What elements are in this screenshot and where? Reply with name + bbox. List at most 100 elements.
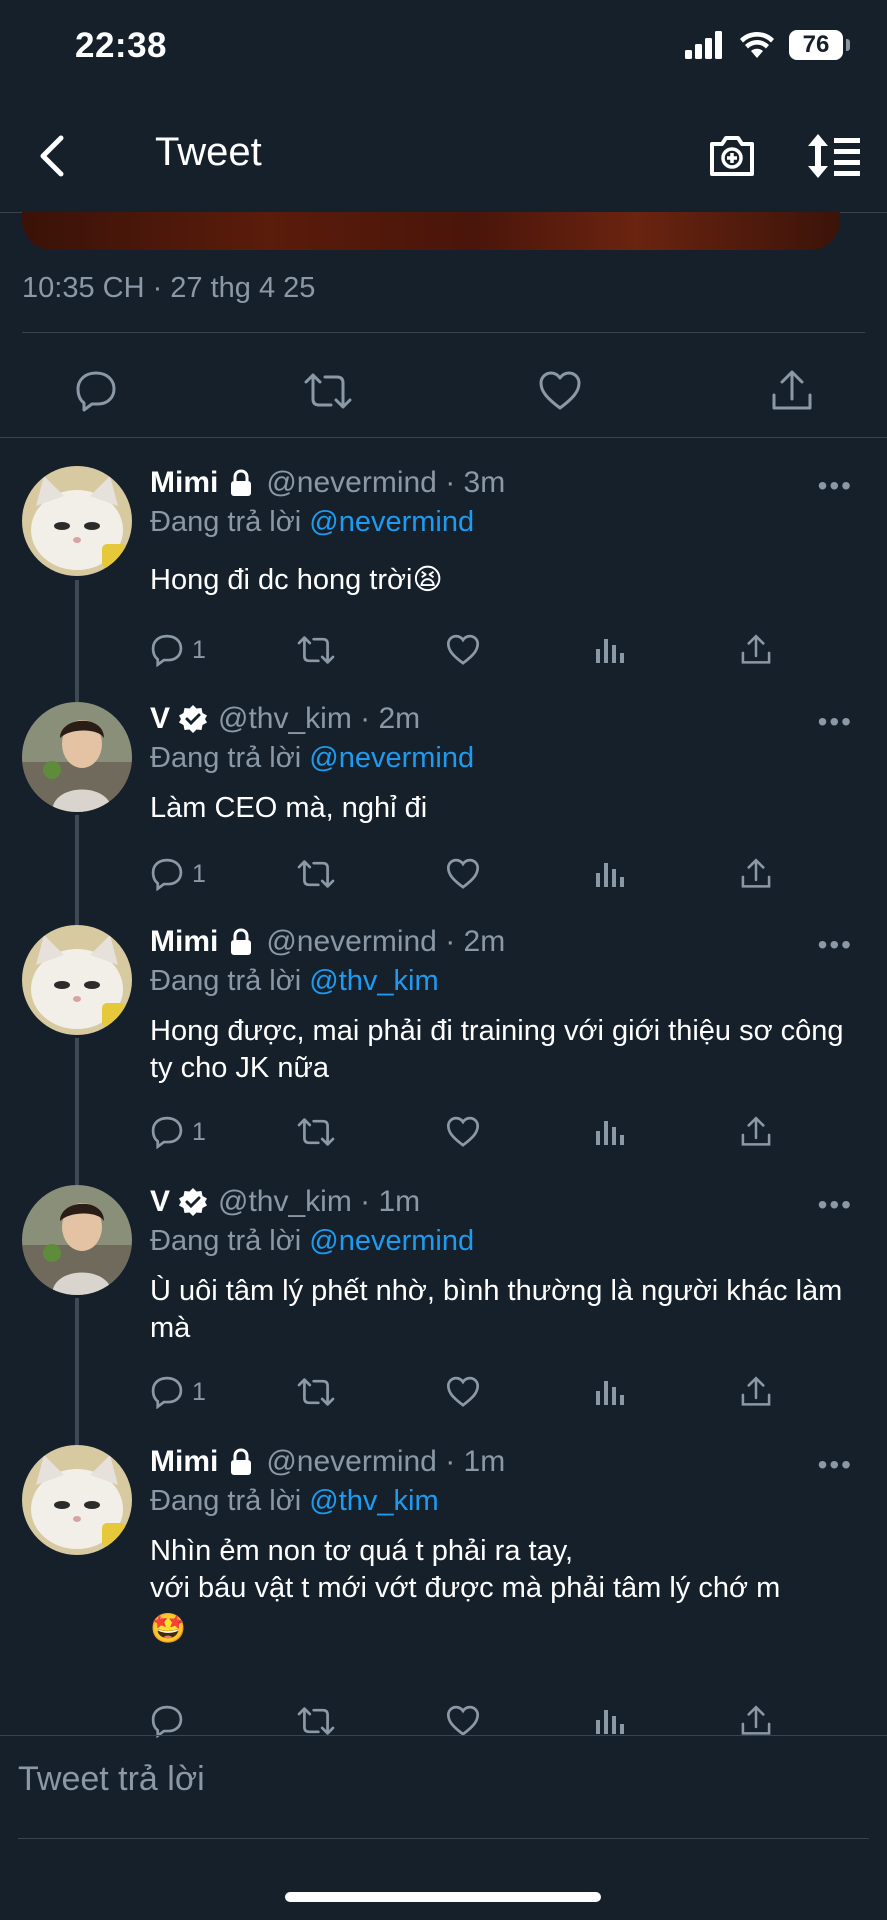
header: Tweet [0, 100, 887, 212]
like-icon[interactable] [446, 1370, 480, 1414]
battery-icon: 76 [789, 30, 850, 60]
tweet-action-bar [0, 345, 887, 437]
more-options-icon[interactable]: ••• [818, 470, 853, 502]
reply-item[interactable]: V @thv_kim · 1m ••• Đang trả lời @neverm… [0, 1185, 887, 1425]
share-icon[interactable] [740, 628, 772, 672]
reply-header: Mimi @nevermind · 2m [150, 925, 505, 959]
mention-link[interactable]: @nevermind [309, 742, 474, 774]
handle-time: @nevermind · 3m [266, 466, 506, 499]
avatar[interactable] [22, 466, 132, 576]
replying-prefix: Đang trả lời [150, 506, 310, 538]
views-icon[interactable] [594, 628, 624, 672]
verified-icon [178, 704, 208, 734]
camera-plus-icon[interactable] [706, 130, 758, 182]
mention-link[interactable]: @thv_kim [309, 1485, 438, 1517]
reply-text-line: 🤩 [150, 1613, 187, 1645]
views-icon[interactable] [594, 1370, 624, 1414]
handle-time: @thv_kim · 2m [218, 702, 421, 735]
wifi-icon [739, 31, 775, 59]
mention-link[interactable]: @nevermind [309, 506, 474, 538]
retweet-icon[interactable] [296, 628, 336, 672]
reply-text: Ù uôi tâm lý phết nhờ, bình thường là ng… [150, 1275, 843, 1344]
replying-prefix: Đang trả lời [150, 965, 310, 997]
home-indicator[interactable] [285, 1892, 601, 1902]
back-chevron-icon[interactable] [26, 128, 76, 184]
reply-item[interactable]: Mimi @nevermind · 1m ••• Đang trả lời @t… [0, 1445, 887, 1738]
reply-count: 1 [192, 859, 206, 888]
reply-text: Nhìn ẻm non tơ quá t phải ra tay, với bá… [150, 1533, 850, 1648]
avatar[interactable] [22, 1445, 132, 1555]
replying-to: Đang trả lời @thv_kim [150, 1485, 439, 1518]
views-icon[interactable] [594, 1699, 624, 1743]
display-name[interactable]: V [150, 1185, 170, 1219]
more-options-icon[interactable]: ••• [818, 706, 853, 738]
reply-count: 1 [192, 1117, 206, 1146]
like-icon[interactable] [446, 1699, 480, 1743]
reply-item[interactable]: V @thv_kim · 2m ••• Đang trả lời @neverm… [0, 702, 887, 902]
mention-link[interactable]: @nevermind [309, 1225, 474, 1257]
replying-to: Đang trả lời @nevermind [150, 742, 474, 775]
display-name[interactable]: Mimi [150, 466, 218, 500]
reply-count: 1 [192, 635, 206, 664]
retweet-icon[interactable] [300, 363, 356, 419]
reply-actions: 1 [0, 1110, 887, 1154]
status-bar: 22:38 76 [0, 0, 887, 100]
like-icon[interactable] [446, 852, 480, 896]
status-time: 22:38 [75, 26, 168, 65]
share-icon[interactable] [740, 1699, 772, 1743]
views-icon[interactable] [594, 852, 624, 896]
display-name[interactable]: Mimi [150, 1445, 218, 1479]
reply-icon[interactable] [68, 363, 124, 419]
composer-divider [0, 1735, 887, 1736]
tweet-media[interactable] [22, 212, 840, 250]
reply-text: Hong đi dc hong trời😫 [150, 564, 443, 596]
timestamp-divider [22, 332, 865, 333]
retweet-icon[interactable] [296, 1699, 336, 1743]
handle-time: @nevermind · 1m [266, 1445, 506, 1478]
reply-item[interactable]: Mimi @nevermind · 2m ••• Đang trả lời @t… [0, 925, 887, 1165]
status-icons: 76 [685, 30, 850, 60]
replying-to: Đang trả lời @nevermind [150, 1225, 474, 1258]
composer-underline [18, 1838, 869, 1839]
display-name[interactable]: V [150, 702, 170, 736]
avatar[interactable] [22, 1185, 132, 1295]
share-icon[interactable] [740, 1110, 772, 1154]
share-icon[interactable] [740, 852, 772, 896]
display-name[interactable]: Mimi [150, 925, 218, 959]
more-options-icon[interactable]: ••• [818, 1189, 853, 1221]
share-icon[interactable] [740, 1370, 772, 1414]
reply-actions [0, 1699, 887, 1743]
reply-icon[interactable]: 1 [150, 852, 206, 896]
more-options-icon[interactable]: ••• [818, 929, 853, 961]
reply-icon[interactable]: 1 [150, 1370, 206, 1414]
reply-input[interactable]: Tweet trả lời [18, 1760, 205, 1799]
retweet-icon[interactable] [296, 1370, 336, 1414]
reply-text: Làm CEO mà, nghỉ đi [150, 792, 428, 824]
avatar[interactable] [22, 702, 132, 812]
lock-icon [226, 927, 256, 957]
like-icon[interactable] [446, 628, 480, 672]
tweet-timestamp: 10:35 CH · 27 thg 4 25 [22, 272, 316, 304]
share-icon[interactable] [764, 363, 820, 419]
reply-icon[interactable]: 1 [150, 628, 206, 672]
reply-header: Mimi @nevermind · 3m [150, 466, 505, 500]
retweet-icon[interactable] [296, 1110, 336, 1154]
battery-level: 76 [802, 31, 830, 58]
like-icon[interactable] [446, 1110, 480, 1154]
like-icon[interactable] [532, 363, 588, 419]
views-icon[interactable] [594, 1110, 624, 1154]
reply-item[interactable]: Mimi @nevermind · 3m ••• Đang trả lời @n… [0, 466, 887, 676]
reply-actions: 1 [0, 1370, 887, 1414]
reply-text-line: với báu vật t mới vớt được mà phải tâm l… [150, 1572, 781, 1604]
retweet-icon[interactable] [296, 852, 336, 896]
sort-icon[interactable] [806, 130, 862, 182]
reply-icon[interactable] [150, 1699, 192, 1743]
mention-link[interactable]: @thv_kim [309, 965, 438, 997]
actions-divider [0, 437, 887, 438]
reply-icon[interactable]: 1 [150, 1110, 206, 1154]
reply-header: Mimi @nevermind · 1m [150, 1445, 505, 1479]
avatar[interactable] [22, 925, 132, 1035]
signal-icon [685, 31, 725, 59]
reply-text: Hong được, mai phải đi training với giới… [150, 1015, 844, 1084]
more-options-icon[interactable]: ••• [818, 1449, 853, 1481]
